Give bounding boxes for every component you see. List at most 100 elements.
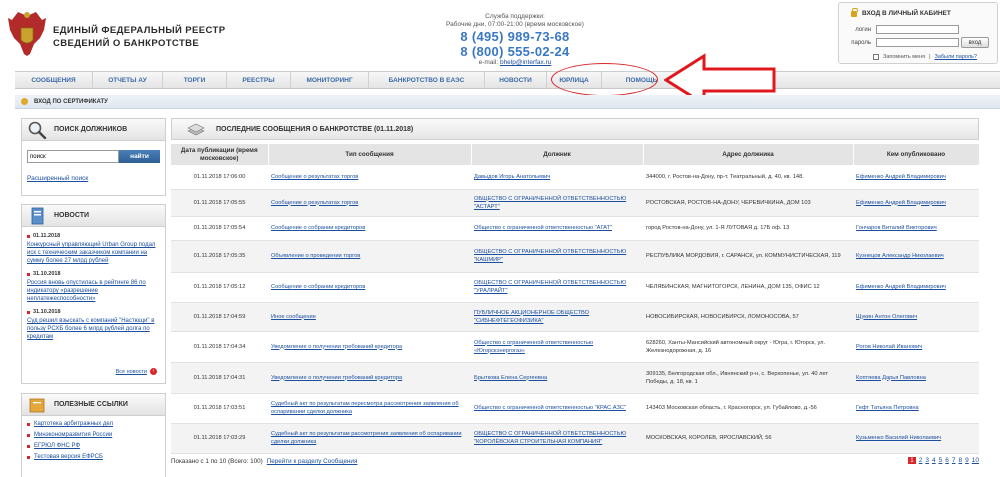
debtor-link[interactable]: ОБЩЕСТВО С ОГРАНИЧЕННОЙ ОТВЕТСТВЕННОСТЬЮ… xyxy=(474,196,626,210)
news-title: НОВОСТИ xyxy=(54,212,90,219)
nav-item-monitoring[interactable]: МОНИТОРИНГ xyxy=(291,72,369,88)
message-type-link[interactable]: Уведомление о получении требований креди… xyxy=(271,375,402,381)
message-type-link[interactable]: Судебный акт по результатам рассмотрения… xyxy=(271,431,462,445)
debtor-link[interactable]: Общество с ограниченной ответственностью… xyxy=(474,405,626,411)
page-link-2[interactable]: 2 xyxy=(919,457,923,464)
debtor-search-input[interactable] xyxy=(27,150,119,163)
search-button[interactable]: найти xyxy=(119,150,160,163)
publisher-link[interactable]: Ефименко Андрей Владимирович xyxy=(856,284,946,290)
support-email-link[interactable]: bhelp@interfax.ru xyxy=(500,59,551,66)
cell-date: 01.11.2018 17:04:34 xyxy=(171,331,268,363)
useful-links-title: ПОЛЕЗНЫЕ ССЫЛКИ xyxy=(54,401,128,408)
password-input[interactable] xyxy=(876,38,959,47)
nav-item-trades[interactable]: ТОРГИ xyxy=(163,72,227,88)
cert-bar[interactable]: ВХОД ПО СЕРТИФИКАТУ xyxy=(15,95,1000,109)
page-link-4[interactable]: 4 xyxy=(932,457,936,464)
support-phone-1: 8 (495) 989-73-68 xyxy=(460,29,570,44)
remember-checkbox[interactable] xyxy=(873,54,879,60)
password-label: пароль xyxy=(851,39,871,46)
publisher-link[interactable]: Гончаров Виталий Викторович xyxy=(856,225,937,231)
login-label: логин xyxy=(855,26,871,33)
news-item: 31.10.2018 Россия вновь опустилась в рей… xyxy=(22,271,165,303)
page-link-3[interactable]: 3 xyxy=(925,457,929,464)
publisher-link[interactable]: Рогов Николай Иванович xyxy=(856,344,922,350)
publisher-link[interactable]: Щукин Антон Олегович xyxy=(856,314,917,320)
main-content: ПОСЛЕДНИЕ СООБЩЕНИЯ О БАНКРОТСТВЕ (01.11… xyxy=(171,118,980,477)
cell-date: 01.11.2018 17:05:12 xyxy=(171,272,268,303)
debtor-search-header: ПОИСК ДОЛЖНИКОВ xyxy=(22,119,165,141)
debtor-link[interactable]: ОБЩЕСТВО С ОГРАНИЧЕННОЙ ОТВЕТСТВЕННОСТЬЮ… xyxy=(474,431,626,445)
cell-date: 01.11.2018 17:05:35 xyxy=(171,240,268,273)
login-input[interactable] xyxy=(876,25,959,34)
page-link-9[interactable]: 9 xyxy=(965,457,969,464)
useful-links-block: ПОЛЕЗНЫЕ ССЫЛКИ Картотека арбитражных де… xyxy=(21,393,166,477)
debtor-link[interactable]: ПУБЛИЧНОЕ АКЦИОНЕРНОЕ ОБЩЕСТВО "СИБНЕФТЕ… xyxy=(474,310,589,324)
site-title-line2: СВЕДЕНИЙ О БАНКРОТСТВЕ xyxy=(53,38,200,49)
nav-item-messages[interactable]: СООБЩЕНИЯ xyxy=(15,72,93,88)
magnifier-icon xyxy=(28,121,47,139)
documents-icon xyxy=(187,123,205,136)
nav-item-reports[interactable]: ОТЧЕТЫ АУ xyxy=(93,72,163,88)
login-button[interactable]: вход xyxy=(961,37,989,48)
message-type-link[interactable]: Сообщение о результатах торгов xyxy=(271,200,358,206)
column-header-type: Тип сообщения xyxy=(268,144,472,165)
news-date: 01.11.2018 xyxy=(27,233,160,239)
news-link[interactable]: Россия вновь опустилась в рейтинге 86 по… xyxy=(27,279,160,303)
site-title: ЕДИНЫЙ ФЕДЕРАЛЬНЫЙ РЕЕСТР СВЕДЕНИЙ О БАН… xyxy=(53,24,225,50)
debtor-link[interactable]: Общество с ограниченной ответственностью… xyxy=(474,340,593,354)
folder-icon xyxy=(29,398,45,413)
debtor-search-block: ПОИСК ДОЛЖНИКОВ найти Расширенный поиск xyxy=(21,118,166,196)
all-news-row[interactable]: Все новости › xyxy=(116,368,157,375)
debtor-link[interactable]: ОБЩЕСТВО С ОГРАНИЧЕННОЙ ОТВЕТСТВЕННОСТЬЮ… xyxy=(474,280,626,294)
publisher-link[interactable]: Ефименко Андрей Владимирович xyxy=(856,174,946,180)
message-type-link[interactable]: Объявление о проведении торгов xyxy=(271,253,360,259)
publisher-link[interactable]: Коптяева Дарья Павловна xyxy=(856,375,926,381)
useful-link-egrul[interactable]: ЕГРЮЛ ФНС РФ xyxy=(27,443,165,449)
debtor-link[interactable]: Давыдов Игорь Анатольевич xyxy=(474,174,550,180)
debtor-link[interactable]: Общество с ограниченной ответственностью… xyxy=(474,225,612,231)
nav-item-registries[interactable]: РЕЕСТРЫ xyxy=(227,72,291,88)
cell-date: 01.11.2018 17:05:55 xyxy=(171,189,268,217)
page-link-7[interactable]: 7 xyxy=(952,457,956,464)
publisher-link[interactable]: Кузьменко Василий Николаевич xyxy=(856,435,941,441)
message-type-link[interactable]: Иное сообщение xyxy=(271,314,316,320)
forgot-password-link[interactable]: Забыли пароль? xyxy=(935,54,977,60)
message-type-link[interactable]: Сообщение о результатах торгов xyxy=(271,174,358,180)
message-type-link[interactable]: Сообщение о собрании кредиторов xyxy=(271,284,365,290)
search-row: найти xyxy=(27,150,160,163)
go-to-messages-link[interactable]: Перейти к разделу Сообщения xyxy=(267,458,358,465)
nav-item-eaeu[interactable]: БАНКРОТСТВО В ЕАЭС xyxy=(369,72,485,88)
page-link-6[interactable]: 6 xyxy=(945,457,949,464)
publisher-link[interactable]: Кузнецов Александр Николаевич xyxy=(856,253,944,259)
useful-link-arbitration[interactable]: Картотека арбитражных дел xyxy=(27,421,165,427)
publisher-link[interactable]: Гефт Татьяна Петровна xyxy=(856,405,919,411)
message-type-link[interactable]: Сообщение о собрании кредиторов xyxy=(271,225,365,231)
news-link[interactable]: Суд решил взыскать с компаний "Настющи" … xyxy=(27,317,160,341)
publisher-link[interactable]: Ефименко Андрей Владимирович xyxy=(856,200,946,206)
useful-link-economy-ministry[interactable]: Минэкономразвития России xyxy=(27,432,165,438)
nav-item-news[interactable]: НОВОСТИ xyxy=(485,72,547,88)
message-type-link[interactable]: Судебный акт по результатам пересмотра р… xyxy=(271,401,459,415)
page-link-8[interactable]: 8 xyxy=(959,457,963,464)
email-label: e-mail: xyxy=(478,59,499,66)
page-link-5[interactable]: 5 xyxy=(939,457,943,464)
all-news-link[interactable]: Все новости xyxy=(116,369,147,375)
cell-address: 344000, г. Ростов-на-Дону, пр-т. Театрал… xyxy=(643,165,853,190)
page-link-1[interactable]: 1 xyxy=(908,457,916,464)
debtor-link[interactable]: Брыткова Елена Сергеевна xyxy=(474,375,547,381)
table-row: 01.11.2018 17:05:35 Объявление о проведе… xyxy=(171,240,979,273)
news-link[interactable]: Конкурсный управляющий Urban Group подал… xyxy=(27,241,160,265)
pager: 1 2 3 4 5 6 7 8 9 10 xyxy=(908,457,979,464)
debtor-link[interactable]: ОБЩЕСТВО С ОГРАНИЧЕННОЙ ОТВЕТСТВЕННОСТЬЮ… xyxy=(474,249,626,263)
useful-link-test-version[interactable]: Тестовая версия ЕФРСБ xyxy=(27,454,165,460)
message-type-link[interactable]: Уведомление о получении требований креди… xyxy=(271,344,402,350)
cert-login-link[interactable]: ВХОД ПО СЕРТИФИКАТУ xyxy=(34,99,108,105)
advanced-search-link[interactable]: Расширенный поиск xyxy=(27,175,88,182)
cell-address: ЧЕЛЯБИНСКАЯ, МАГНИТОГОРСК, ЛЕНИНА, ДОМ 1… xyxy=(643,272,853,303)
table-header-row: Дата публикации (время московское) Тип с… xyxy=(171,144,980,165)
cell-date: 01.11.2018 17:03:51 xyxy=(171,393,268,424)
column-header-publisher: Кем опубликовано xyxy=(853,144,980,165)
coat-of-arms-logo xyxy=(8,12,46,56)
table-row: 01.11.2018 17:04:31 Уведомление о получе… xyxy=(171,362,979,394)
page-link-10[interactable]: 10 xyxy=(972,457,979,464)
